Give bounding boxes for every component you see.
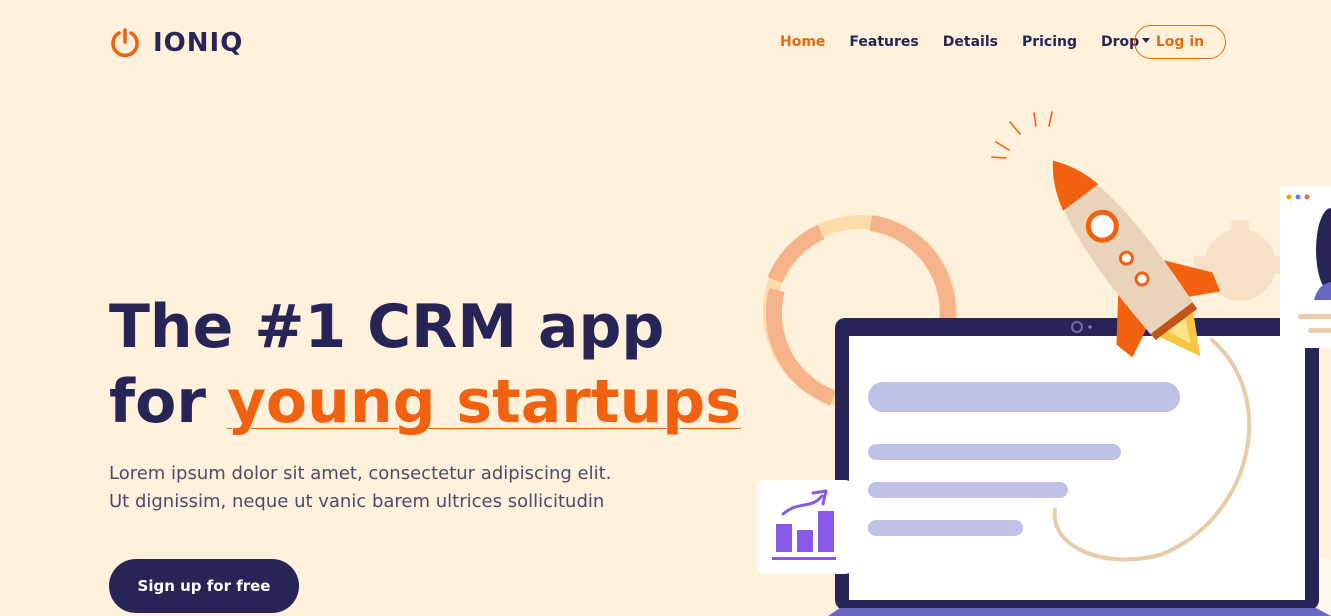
- power-icon: [111, 28, 139, 58]
- signup-button[interactable]: Sign up for free: [109, 559, 299, 613]
- laptop-icon: [828, 318, 1331, 616]
- nav-item-home[interactable]: Home: [780, 34, 825, 50]
- bar-chart-growth-icon: [757, 480, 853, 574]
- brand-logo[interactable]: IONIQ: [109, 27, 243, 59]
- hero-subtitle: Lorem ipsum dolor sit amet, consectetur …: [109, 463, 612, 512]
- profile-card-icon: [1280, 186, 1331, 348]
- nav-item-features[interactable]: Features: [849, 34, 918, 50]
- main-nav: Home Features Details Pricing Drop: [780, 25, 1174, 59]
- hero-title-line1: The #1 CRM app: [109, 292, 665, 362]
- brand-name: IONIQ: [153, 28, 244, 58]
- rocket-spark-lines: [991, 111, 1053, 159]
- hero-illustration: [757, 111, 1331, 616]
- hero-title-highlight: young startups: [226, 367, 741, 437]
- hero-title-line2-prefix: for: [109, 367, 227, 437]
- nav-item-pricing[interactable]: Pricing: [1022, 34, 1077, 50]
- login-button[interactable]: Log in: [1134, 25, 1226, 59]
- nav-item-details[interactable]: Details: [943, 34, 998, 50]
- hero-title: The #1 CRM app for young startups: [109, 290, 741, 440]
